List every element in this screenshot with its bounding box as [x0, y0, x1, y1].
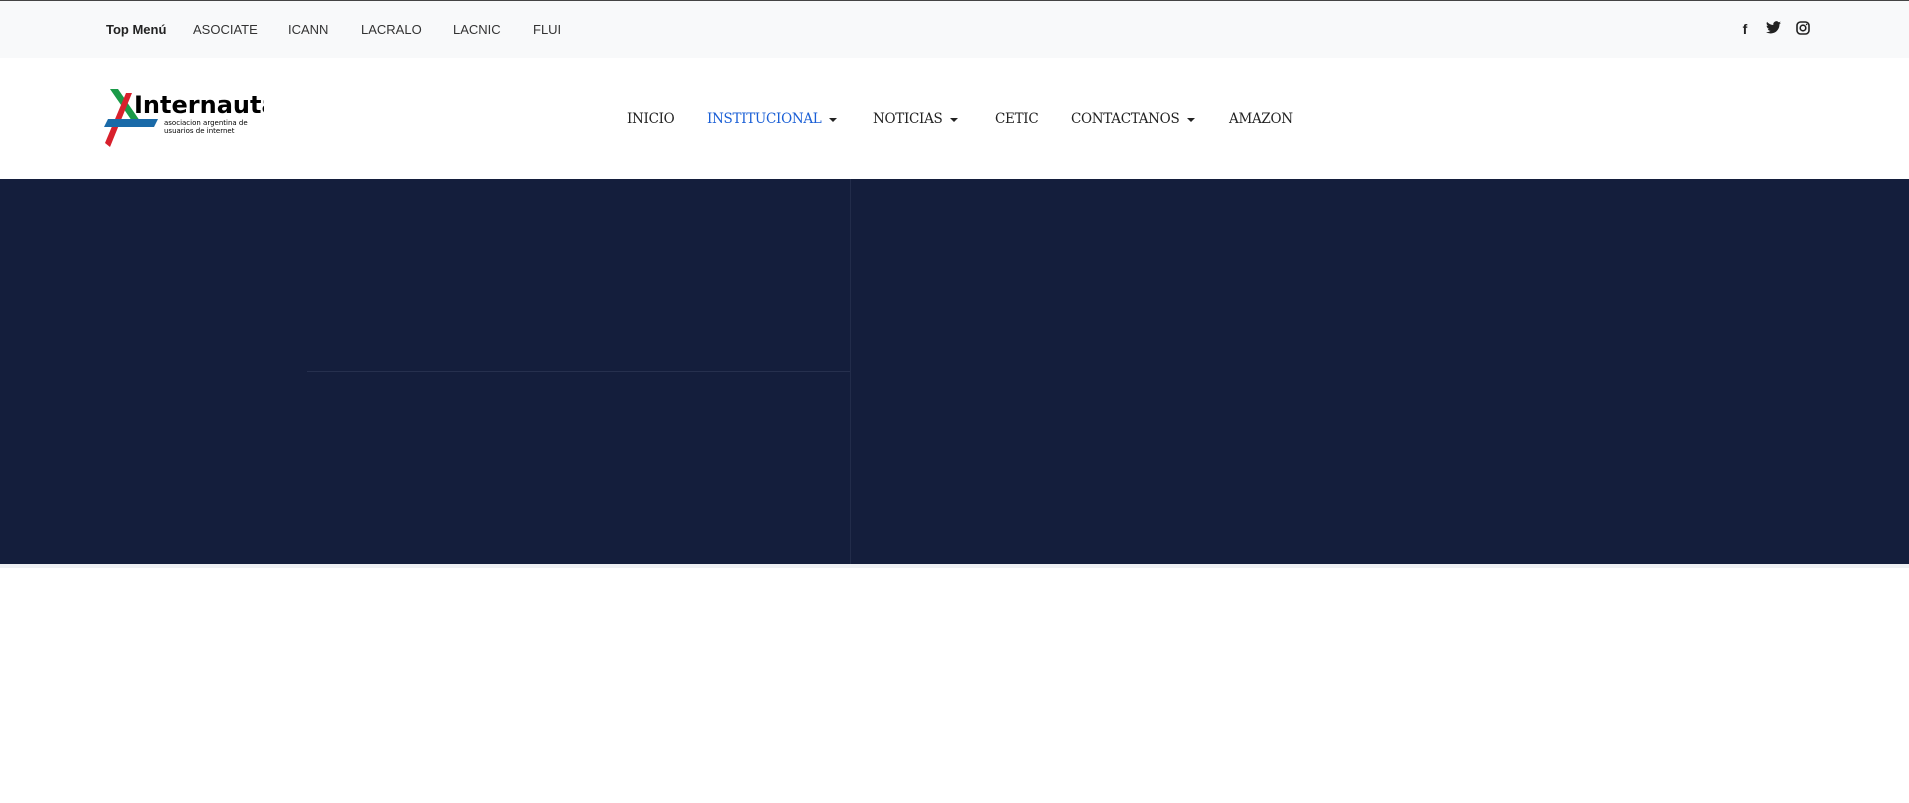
top-menu-lacralo[interactable]: LACRALO — [361, 22, 422, 37]
logo[interactable]: Internauta asociacion argentina de usuar… — [104, 89, 278, 147]
top-menu-lacnic[interactable]: LACNIC — [453, 22, 501, 37]
hero-section — [0, 179, 1909, 564]
svg-text:usuarios de internet: usuarios de internet — [164, 127, 235, 135]
nav-inicio[interactable]: INICIO — [627, 111, 675, 127]
top-menu-icann[interactable]: ICANN — [288, 22, 328, 37]
caret-down-icon — [1187, 117, 1196, 122]
caret-down-icon — [829, 117, 838, 122]
top-menu-asociate[interactable]: ASOCIATE — [193, 22, 258, 37]
caret-down-icon — [950, 117, 959, 122]
nav-contactanos[interactable]: CONTACTANOS — [1071, 111, 1196, 127]
nav-contactanos-label: CONTACTANOS — [1071, 111, 1180, 127]
nav-amazon[interactable]: AMAZON — [1229, 111, 1293, 127]
divider — [307, 371, 850, 372]
nav-noticias[interactable]: NOTICIAS — [873, 111, 959, 127]
divider — [850, 179, 851, 564]
svg-text:asociacion argentina de: asociacion argentina de — [164, 119, 248, 127]
nav-institucional[interactable]: INSTITUCIONAL — [707, 111, 838, 127]
top-menu-label: Top Menú — [106, 22, 167, 37]
twitter-icon[interactable] — [1765, 21, 1781, 37]
nav-noticias-label: NOTICIAS — [873, 111, 943, 127]
top-bar: Top Menú ASOCIATE ICANN LACRALO LACNIC F… — [0, 0, 1909, 58]
facebook-icon[interactable]: f — [1737, 21, 1753, 37]
instagram-icon[interactable] — [1795, 21, 1811, 37]
svg-text:Internauta: Internauta — [134, 91, 264, 119]
nav-cetic[interactable]: CETIC — [995, 111, 1039, 127]
top-menu-flui[interactable]: FLUI — [533, 22, 561, 37]
nav-institucional-label: INSTITUCIONAL — [707, 111, 822, 127]
divider — [0, 564, 1909, 568]
